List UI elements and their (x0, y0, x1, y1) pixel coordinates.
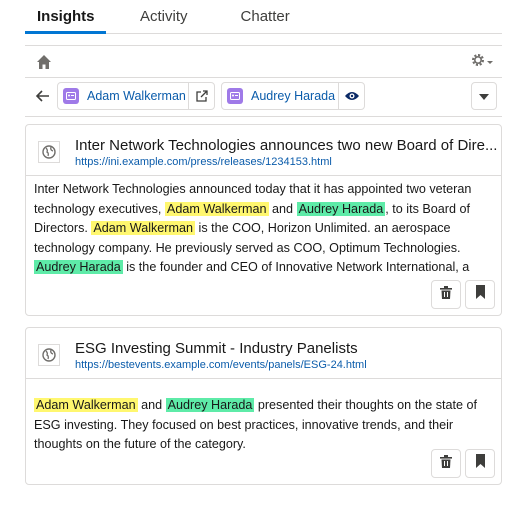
insight-card: ESG Investing Summit - Industry Panelist… (25, 327, 502, 485)
chevron-down-icon (486, 53, 494, 71)
tab-bar: Insights Activity Chatter (25, 0, 502, 34)
article-url-link[interactable]: https://ini.example.com/press/releases/1… (75, 156, 332, 168)
contact-name-link[interactable]: Adam Walkerman (87, 89, 188, 103)
tab-insights[interactable]: Insights (25, 0, 106, 34)
home-icon[interactable] (36, 54, 52, 70)
bookmark-button[interactable] (465, 280, 495, 309)
card-header: ESG Investing Summit - Industry Panelist… (26, 328, 501, 379)
article-title[interactable]: ESG Investing Summit - Industry Panelist… (75, 340, 358, 357)
article-body: Inter Network Technologies announced tod… (26, 176, 501, 278)
highlighted-name[interactable]: Adam Walkerman (34, 398, 138, 412)
external-link-icon[interactable] (188, 83, 214, 109)
bookmark-icon (475, 454, 485, 473)
highlighted-name[interactable]: Audrey Harada (34, 260, 123, 274)
tab-activity[interactable]: Activity (140, 0, 188, 34)
contact-icon (227, 88, 243, 104)
delete-button[interactable] (431, 449, 461, 478)
divider (25, 45, 502, 46)
bookmark-button[interactable] (465, 449, 495, 478)
chevron-down-icon (479, 87, 489, 105)
highlighted-name[interactable]: Audrey Harada (165, 398, 255, 412)
article-title[interactable]: Inter Network Technologies announces two… (75, 137, 497, 154)
divider (25, 77, 502, 78)
back-arrow-icon[interactable] (35, 88, 51, 104)
tab-chatter[interactable]: Chatter (241, 0, 290, 34)
article-url-link[interactable]: https://bestevents.example.com/events/pa… (75, 359, 367, 371)
trash-icon (440, 285, 452, 304)
highlighted-name[interactable]: Adam Walkerman (164, 201, 269, 216)
body-text: and (137, 398, 166, 412)
more-actions-dropdown[interactable] (471, 82, 497, 110)
divider (25, 116, 502, 117)
body-text: is the founder and CEO of Innovative Net… (122, 260, 470, 274)
insight-card: Inter Network Technologies announces two… (25, 124, 502, 316)
highlighted-name[interactable]: Audrey Harada (296, 201, 386, 216)
contact-icon (63, 88, 79, 104)
card-header: Inter Network Technologies announces two… (26, 125, 501, 176)
globe-icon (38, 344, 60, 366)
delete-button[interactable] (431, 280, 461, 309)
trash-icon (440, 454, 452, 473)
eye-icon[interactable] (338, 83, 364, 109)
settings-menu[interactable] (470, 52, 496, 73)
article-body: Adam Walkerman and Audrey Harada present… (26, 379, 501, 455)
globe-icon (38, 141, 60, 163)
gear-icon (470, 52, 486, 73)
contact-name-link[interactable]: Audrey Harada (251, 89, 338, 103)
bookmark-icon (475, 285, 485, 304)
contact-pill: Audrey Harada (221, 82, 365, 110)
highlighted-name[interactable]: Adam Walkerman (91, 221, 196, 235)
body-text: and (268, 201, 297, 216)
contact-pill: Adam Walkerman (57, 82, 215, 110)
